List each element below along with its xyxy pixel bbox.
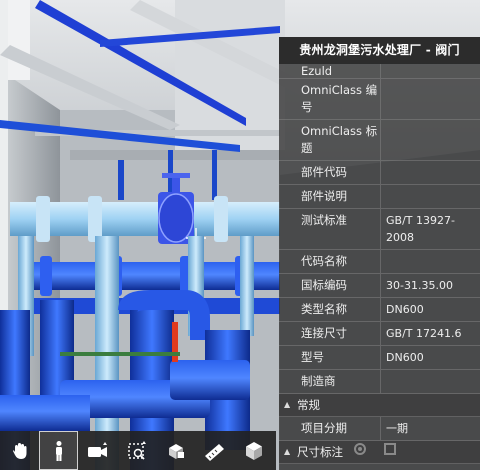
property-key: OmniClass 编号 (279, 79, 381, 119)
property-key: 项目分期 (279, 417, 381, 440)
property-key: 类型名称 (279, 298, 381, 321)
property-key: OmniClass 标题 (279, 120, 381, 160)
property-row: 制造商 (279, 370, 480, 394)
property-value: DN600 (386, 351, 424, 364)
property-value (381, 161, 480, 184)
section-box-icon[interactable] (117, 431, 156, 470)
property-row: OmniClass 编号 (279, 79, 480, 120)
group-label: 尺寸标注 (297, 445, 343, 459)
property-value: 30-31.35.00 (386, 279, 453, 292)
property-row: 类型名称 DN600 (279, 298, 480, 322)
cube-view-icon[interactable] (234, 431, 273, 470)
property-key: 测试标准 (279, 209, 381, 249)
property-value (381, 120, 480, 160)
property-row: 型号 DN600 (279, 346, 480, 370)
property-value (381, 250, 480, 273)
panel-ghost-icons (345, 438, 435, 460)
property-value: DN600 (386, 303, 424, 316)
property-value: 一期 (386, 422, 408, 435)
property-value: GB/T 17241.6 (386, 327, 462, 340)
property-key: 连接尺寸 (279, 322, 381, 345)
property-value: GB/T 13927-2008 (386, 214, 455, 244)
property-value (381, 79, 480, 119)
property-key: 国标编码 (279, 274, 381, 297)
property-row: 代码名称 (279, 250, 480, 274)
camera-icon[interactable] (78, 431, 117, 470)
group-header-general[interactable]: ▲ 常规 (279, 394, 480, 417)
group-label: 常规 (297, 398, 320, 412)
property-key: 部件说明 (279, 185, 381, 208)
collapse-triangle-icon: ▲ (284, 400, 291, 409)
viewer-toolbar (0, 431, 276, 470)
property-key: 代码名称 (279, 250, 381, 273)
property-key: 制造商 (279, 370, 381, 393)
fullscreen-icon (375, 438, 405, 460)
property-row: 部件说明 (279, 185, 480, 209)
person-walk-icon[interactable] (39, 431, 78, 470)
pan-hand-icon[interactable] (0, 431, 39, 470)
property-row: OmniClass 标题 (279, 120, 480, 161)
property-value (381, 185, 480, 208)
property-row: 国标编码 30-31.35.00 (279, 274, 480, 298)
property-value (381, 64, 480, 78)
property-row: 部件代码 (279, 161, 480, 185)
properties-panel: 贵州龙洞堡污水处理厂 - 阀门 Ezuld OmniClass 编号 OmniC… (279, 37, 480, 470)
property-value (381, 370, 480, 393)
panel-title: 贵州龙洞堡污水处理厂 - 阀门 (279, 37, 480, 64)
property-row: 连接尺寸 GB/T 17241.6 (279, 322, 480, 346)
property-key: 部件代码 (279, 161, 381, 184)
collapse-triangle-icon: ▲ (284, 447, 291, 456)
property-row: Ezuld (279, 64, 480, 79)
model-tree-icon[interactable] (156, 431, 195, 470)
property-key: Ezuld (279, 64, 381, 78)
properties-table: Ezuld OmniClass 编号 OmniClass 标题 部件代码 部件说… (279, 64, 480, 464)
measure-ruler-icon[interactable] (195, 431, 234, 470)
property-row: 测试标准 GB/T 13927-2008 (279, 209, 480, 250)
property-key: 型号 (279, 346, 381, 369)
settings-gear-icon (345, 438, 375, 460)
